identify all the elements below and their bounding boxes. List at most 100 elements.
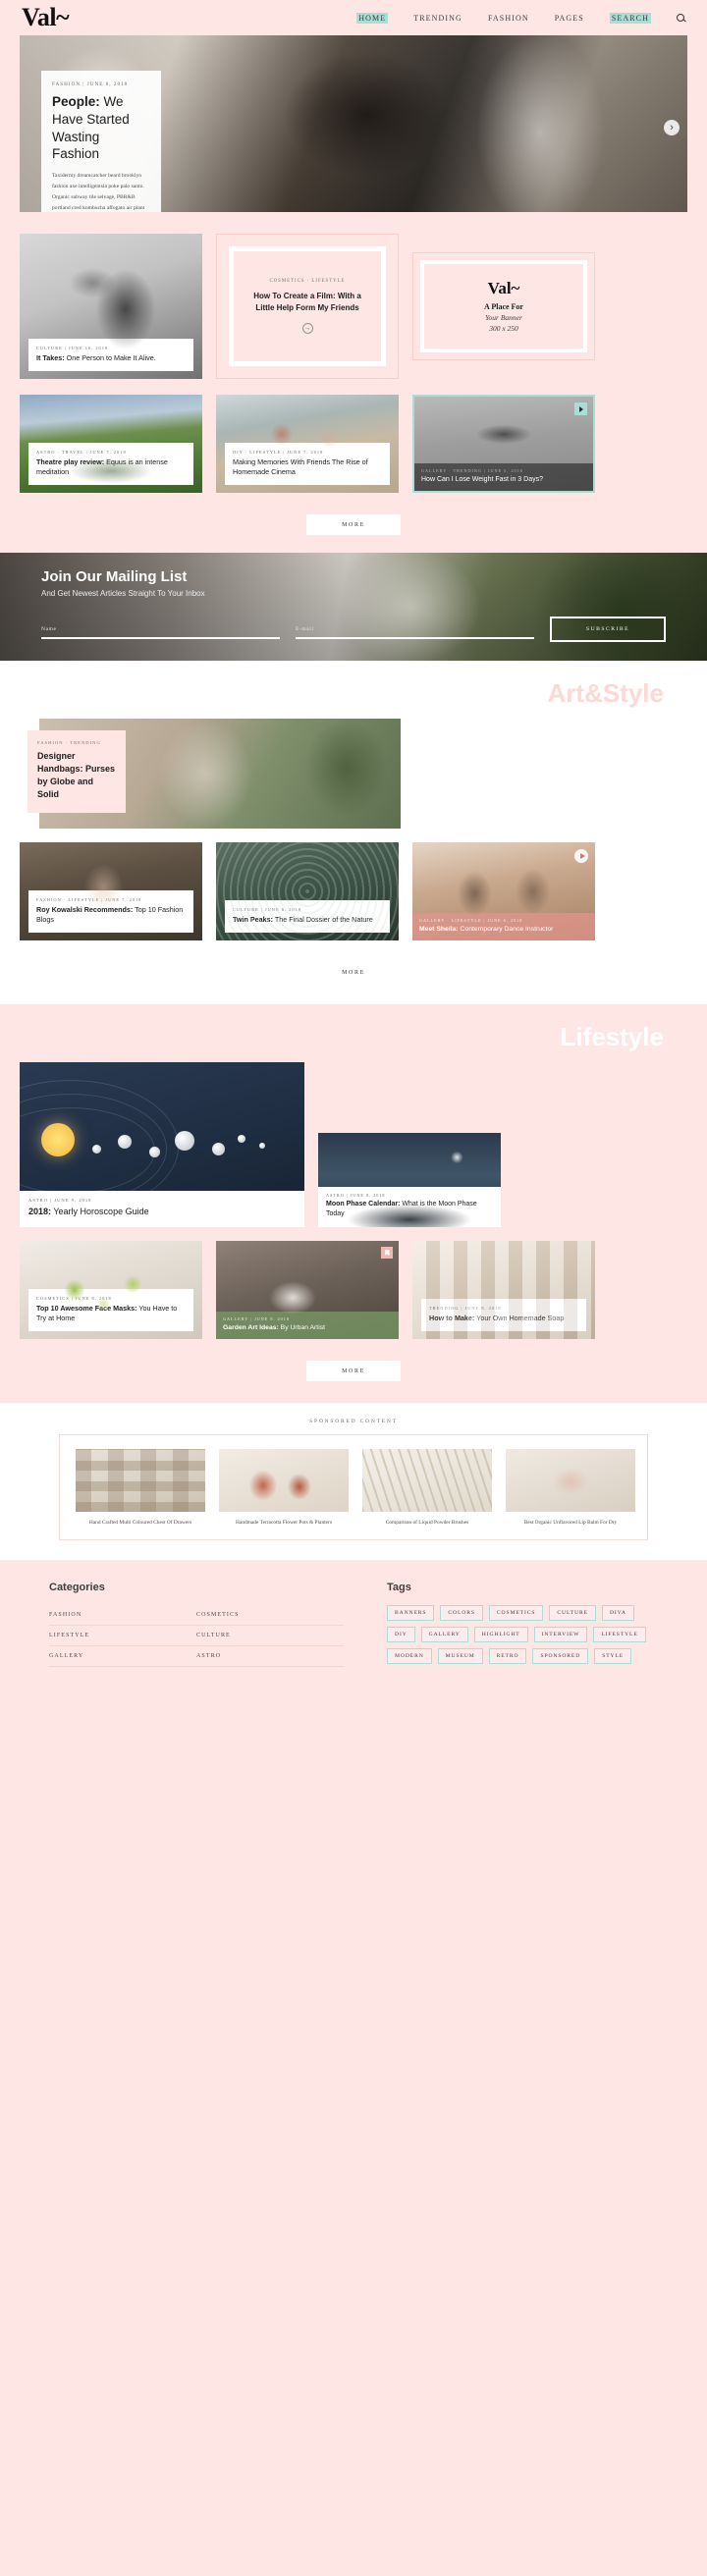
card-weight-title: How Can I Lose Weight Fast in 3 Days?: [421, 476, 543, 484]
card-horoscope[interactable]: ASTRO | JUNE 9, 2018 2018: Yearly Horosc…: [20, 1062, 304, 1227]
category-row: LIFESTYLE CULTURE: [49, 1626, 344, 1647]
sponsored-items: Hand Crafted Multi Coloured Chest Of Dra…: [59, 1434, 648, 1541]
tag-item[interactable]: DIY: [387, 1627, 415, 1643]
sponsored-item[interactable]: Comparison of Liquid Powder Brushes: [362, 1449, 492, 1528]
hero-article-card[interactable]: FASHION | JUNE 8, 2018 People: We Have S…: [41, 71, 161, 212]
tag-item[interactable]: MUSEUM: [437, 1648, 483, 1665]
card-horoscope-meta: ASTRO | JUNE 9, 2018: [28, 1198, 92, 1204]
ad-banner[interactable]: Val~ A Place For Your Banner 300 x 250: [412, 252, 595, 360]
category-link[interactable]: FASHION: [49, 1605, 196, 1625]
feature-handbags[interactable]: FASHION · TRENDING Designer Handbags: Pu…: [27, 719, 401, 829]
email-input[interactable]: [296, 637, 534, 639]
category-link[interactable]: GALLERY: [49, 1646, 196, 1666]
tag-item[interactable]: HIGHLIGHT: [473, 1627, 528, 1643]
card-moonphase-title-bold: Moon Phase Calendar:: [326, 1201, 401, 1208]
card-theatre-title-bold: Theatre play review:: [36, 456, 105, 466]
card-sheila[interactable]: GALLERY · LIFESTYLE | JUNE 6, 2018 Meet …: [412, 842, 595, 940]
sponsored-item[interactable]: Best Organic Unflavored Lip Balm For Dry: [506, 1449, 635, 1528]
tag-item[interactable]: COLORS: [440, 1605, 483, 1622]
card-sheila-title: Meet Sheila: Contemporary Dance Instruct…: [419, 925, 588, 935]
nav-item-home[interactable]: HOME: [356, 12, 389, 24]
featured-row-top: CULTURE | JUNE 10, 2018 It Takes: One Pe…: [20, 234, 687, 379]
video-play-icon[interactable]: [574, 402, 587, 415]
nav-item-fashion[interactable]: FASHION: [488, 14, 529, 23]
card-facemasks-title-bold: Top 10 Awesome Face Masks:: [36, 1303, 137, 1313]
card-moonphase-meta: ASTRO | JUNE 8, 2018: [326, 1193, 386, 1199]
video-play-circle-icon[interactable]: [574, 849, 588, 863]
card-dance-title-rest: One Person to Make It Alive.: [64, 352, 156, 362]
card-kowalski-caption: FASHION · LIFESTYLE | JUNE 7, 2018 Roy K…: [28, 889, 193, 933]
category-link[interactable]: LIFESTYLE: [49, 1626, 196, 1645]
planet-icon: [92, 1145, 101, 1154]
planet-icon: [118, 1135, 132, 1149]
tag-item[interactable]: MODERN: [387, 1648, 432, 1665]
sponsored-caption: Comparison of Liquid Powder Brushes: [385, 1520, 469, 1526]
tag-item[interactable]: CULTURE: [549, 1605, 596, 1622]
card-facemasks[interactable]: COSMETICS | JUNE 8, 2018 Top 10 Awesome …: [20, 1241, 202, 1339]
tag-item[interactable]: BANNERS: [387, 1605, 435, 1622]
sponsored-item[interactable]: Handmade Terracotta Flower Pots & Plante…: [219, 1449, 349, 1528]
name-field-label: Name: [41, 626, 57, 632]
more-button-featured[interactable]: MORE: [306, 514, 401, 535]
hero-banner[interactable]: FASHION | JUNE 8, 2018 People: We Have S…: [20, 35, 687, 212]
hero-next-arrow[interactable]: [664, 120, 680, 135]
card-weight[interactable]: GALLERY · TRENDING | JUNE 5, 2018 How Ca…: [412, 395, 595, 493]
sun-icon: [41, 1123, 75, 1156]
planet-icon: [212, 1143, 225, 1155]
ad-banner-line2: Your Banner: [485, 313, 522, 322]
subscribe-button[interactable]: SUBSCRIBE: [550, 617, 666, 642]
tag-item[interactable]: INTERVIEW: [533, 1627, 588, 1643]
search-icon[interactable]: [677, 13, 685, 23]
email-field-label: E-mail: [296, 626, 314, 632]
bookmark-icon[interactable]: [381, 1247, 393, 1259]
card-theatre-meta: ASTRO · TRAVEL | JUNE 7, 2018: [36, 449, 127, 455]
tag-item[interactable]: GALLERY: [420, 1627, 468, 1643]
tag-item[interactable]: STYLE: [594, 1648, 632, 1665]
card-gardenart[interactable]: GALLERY | JUNE 8, 2018 Garden Art Ideas:…: [216, 1241, 399, 1339]
section-featured: CULTURE | JUNE 10, 2018 It Takes: One Pe…: [0, 212, 707, 553]
tag-item[interactable]: DIVA: [601, 1605, 634, 1622]
name-input[interactable]: [41, 637, 280, 639]
card-kowalski-title: Roy Kowalski Recommends: Top 10 Fashion …: [36, 905, 186, 925]
card-moonphase[interactable]: ASTRO | JUNE 8, 2018 Moon Phase Calendar…: [318, 1133, 501, 1227]
ad-banner-line3: 300 x 250: [489, 324, 518, 333]
nav-item-trending[interactable]: TRENDING: [413, 14, 462, 23]
card-kowalski[interactable]: FASHION · LIFESTYLE | JUNE 7, 2018 Roy K…: [20, 842, 202, 940]
card-dance-title-bold: It Takes:: [36, 352, 65, 362]
planet-icon: [238, 1135, 245, 1143]
nav-item-pages[interactable]: PAGES: [555, 14, 584, 23]
card-dance[interactable]: CULTURE | JUNE 10, 2018 It Takes: One Pe…: [20, 234, 202, 379]
tag-item[interactable]: SPONSORED: [532, 1648, 589, 1665]
tag-item[interactable]: RETRO: [488, 1648, 527, 1665]
arrow-right-icon[interactable]: →: [301, 323, 313, 334]
newsletter-heading: Join Our Mailing List: [41, 568, 188, 585]
email-field-wrap: E-mail: [296, 626, 534, 639]
feature-handbags-title: Designer Handbags: Purses by Globe and S…: [37, 751, 116, 800]
main-nav: HOME TRENDING FASHION PAGES SEARCH: [356, 12, 685, 24]
tag-item[interactable]: COSMETICS: [488, 1605, 544, 1622]
tag-item[interactable]: LIFESTYLE: [593, 1627, 646, 1643]
category-link[interactable]: ASTRO: [196, 1646, 344, 1666]
more-button-lifestyle[interactable]: MORE: [306, 1361, 401, 1381]
category-link[interactable]: CULTURE: [196, 1626, 344, 1645]
sponsored-item[interactable]: Hand Crafted Multi Coloured Chest Of Dra…: [76, 1449, 205, 1528]
newsletter-subheading: And Get Newest Articles Straight To Your…: [41, 589, 205, 598]
card-theatre-title-rest: Equus is an intense meditation: [36, 456, 168, 476]
card-dance-title: It Takes: One Person to Make It Alive.: [36, 353, 186, 363]
card-sheila-caption: GALLERY · LIFESTYLE | JUNE 6, 2018 Meet …: [412, 913, 595, 940]
more-button-art[interactable]: MORE: [306, 962, 401, 983]
planet-icon: [149, 1147, 160, 1157]
sponsored-image: [506, 1449, 635, 1512]
card-twinpeaks[interactable]: CULTURE | JUNE 6, 2018 Twin Peaks: The F…: [216, 842, 399, 940]
site-header: Val~ HOME TRENDING FASHION PAGES SEARCH: [0, 0, 707, 35]
card-soap-title-bold: How to Make:: [429, 1313, 475, 1322]
nav-item-search[interactable]: SEARCH: [609, 12, 651, 24]
card-memories[interactable]: DIY · LIFESTYLE | JUNE 7, 2018 Making Me…: [216, 395, 399, 493]
card-film[interactable]: COSMETICS · LIFESTYLE How To Create a Fi…: [216, 234, 399, 379]
card-soap[interactable]: TRENDING | JUNE 8, 2018 How to Make: You…: [412, 1241, 595, 1339]
card-theatre[interactable]: ASTRO · TRAVEL | JUNE 7, 2018 Theatre pl…: [20, 395, 202, 493]
card-twinpeaks-caption: CULTURE | JUNE 6, 2018 Twin Peaks: The F…: [225, 899, 390, 933]
category-link[interactable]: COSMETICS: [196, 1605, 344, 1625]
categories-heading: Categories: [49, 1582, 105, 1594]
site-logo[interactable]: Val~: [22, 5, 70, 30]
